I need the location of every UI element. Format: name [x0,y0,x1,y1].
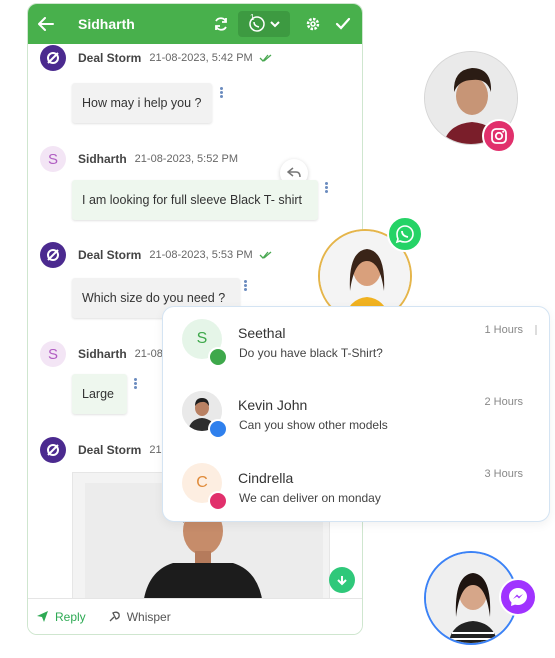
message: Deal Storm 21-08-2023, 5:53 PM [28,241,362,269]
conversation-item[interactable]: C Cindrella We can deliver on monday 3 H… [163,459,549,519]
message-time: 21-08 [134,348,163,360]
sender-name: Deal Storm [78,443,142,457]
sender-name: Deal Storm [78,51,142,65]
message-time: 21 [149,444,162,456]
contact-name: Cindrella [238,470,294,486]
channel-count-badge: 1 [250,13,255,22]
reply-label: Reply [55,609,86,624]
deal-storm-logo-icon [40,437,66,463]
sender-name: Deal Storm [78,248,142,262]
channel-dropdown[interactable]: 1 [238,11,290,37]
gear-icon[interactable] [302,13,324,35]
instagram-icon [208,491,228,511]
chat-title: Sidharth [78,16,135,32]
message-age: 1 Hours [484,324,523,336]
sender-name: Sidharth [78,152,127,166]
message: S Sidharth 21-08-2023, 5:52 PM [28,145,362,173]
send-icon [37,611,48,622]
message-age: 3 Hours [484,468,523,480]
messenger-icon [499,578,537,616]
message-menu-icon[interactable] [220,87,224,99]
contact-name: Kevin John [238,397,308,413]
message: Deal Storm 21-08-2023, 5:42 PM [28,44,362,72]
conversation-list: S Seethal Do you have black T-Shirt? 1 H… [162,306,550,522]
conversation-item[interactable]: S Seethal Do you have black T-Shirt? 1 H… [163,315,549,375]
message-time: 21-08-2023, 5:53 PM [149,249,253,261]
last-message: Do you have black T-Shirt? [239,346,383,360]
message-age: 2 Hours [484,396,523,408]
message-bubble: I am looking for full sleeve Black T- sh… [72,180,318,220]
message-bubble: How may i help you ? [72,83,212,123]
message-time: 21-08-2023, 5:52 PM [134,153,239,165]
last-message: Can you show other models [239,418,388,432]
instagram-icon [482,119,516,153]
contact-name: Seethal [238,325,286,341]
sender-avatar: S [40,341,66,367]
sender-name: Sidharth [78,347,127,361]
refresh-icon[interactable] [210,13,232,35]
scroll-down-button[interactable] [329,567,355,593]
resolve-check-icon[interactable] [332,13,354,35]
last-message: We can deliver on monday [239,491,381,505]
whisper-icon [109,611,120,622]
chevron-down-icon [270,21,280,28]
whisper-mode-button[interactable]: Whisper [108,610,171,624]
whatsapp-business-icon [208,347,228,367]
sender-avatar: S [40,146,66,172]
message-menu-icon[interactable] [134,378,138,390]
double-check-icon [259,246,273,264]
message-time: 21-08-2023, 5:42 PM [149,52,253,64]
message-menu-icon[interactable] [325,182,329,194]
chat-header: Sidharth 1 [28,4,362,44]
deal-storm-logo-icon [40,45,66,71]
deal-storm-logo-icon [40,242,66,268]
scrollbar[interactable] [535,325,537,335]
whisper-label: Whisper [126,609,171,624]
messenger-icon [208,419,228,439]
message-bubble: Large [72,374,127,414]
message-menu-icon[interactable] [244,280,248,292]
back-arrow-icon[interactable] [36,14,56,34]
double-check-icon [259,49,273,67]
composer-mode-bar: Reply Whisper [28,598,362,634]
conversation-item[interactable]: Kevin John Can you show other models 2 H… [163,387,549,447]
reply-mode-button[interactable]: Reply [36,610,86,624]
whatsapp-icon [387,216,423,252]
